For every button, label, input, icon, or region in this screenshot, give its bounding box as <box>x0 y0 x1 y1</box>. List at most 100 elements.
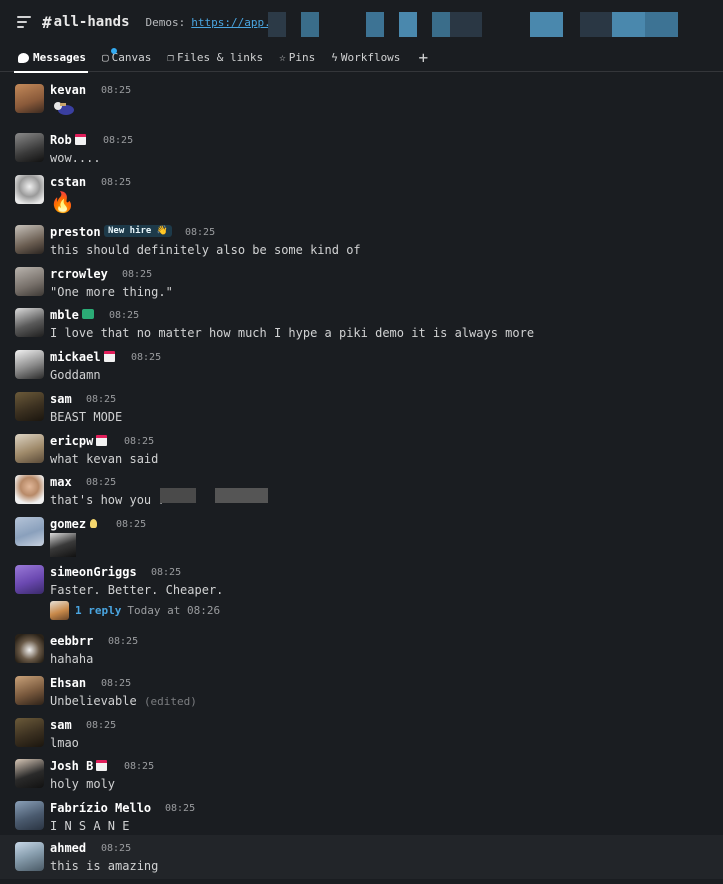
avatar[interactable] <box>15 676 44 705</box>
message[interactable]: sam 08:25 lmao <box>0 715 723 755</box>
timestamp[interactable]: 08:25 <box>101 85 131 96</box>
timestamp[interactable]: 08:25 <box>124 436 154 447</box>
message[interactable]: Fabrízio Mello 08:25 I N S A N E <box>0 798 723 838</box>
menu-icon[interactable] <box>17 16 31 28</box>
author-name[interactable]: max <box>50 475 72 489</box>
channel-name[interactable]: all-hands <box>54 14 130 30</box>
timestamp[interactable]: 08:25 <box>86 477 116 488</box>
message[interactable]: ahmed 08:25 this is amazing <box>0 835 723 879</box>
timestamp[interactable]: 08:25 <box>103 135 133 146</box>
message[interactable]: Rob 08:25 wow.... <box>0 130 723 170</box>
message-text: wow.... <box>50 151 101 165</box>
message[interactable]: Ehsan 08:25 Unbelievable (edited) <box>0 673 723 713</box>
author-name[interactable]: mble <box>50 308 94 322</box>
tab-workflows[interactable]: ϟ Workflows <box>331 44 400 72</box>
author-name[interactable]: ericpw <box>50 434 108 448</box>
author-name[interactable]: eebbrr <box>50 634 93 648</box>
avatar[interactable] <box>15 842 44 871</box>
calendar-status-icon <box>96 760 108 771</box>
author-name[interactable]: rcrowley <box>50 267 108 281</box>
message-text: this should definitely also be some kind… <box>50 243 361 257</box>
avatar[interactable] <box>15 84 44 113</box>
timestamp[interactable]: 08:25 <box>124 761 154 772</box>
author-name[interactable]: ahmed <box>50 841 86 855</box>
message[interactable]: kevan 08:25 <box>0 80 723 124</box>
message[interactable]: simeonGriggs 08:25 Faster. Better. Cheap… <box>0 562 723 624</box>
avatar[interactable] <box>15 175 44 204</box>
message[interactable]: ericpw 08:25 what kevan said <box>0 431 723 471</box>
calendar-status-icon <box>103 351 115 362</box>
message-bubble-icon <box>18 52 29 63</box>
avatar[interactable] <box>15 225 44 254</box>
timestamp[interactable]: 08:25 <box>108 636 138 647</box>
image-thumbnail[interactable] <box>50 533 76 557</box>
author-name[interactable]: mickael <box>50 350 115 364</box>
author-name[interactable]: cstan <box>50 175 86 189</box>
timestamp[interactable]: 08:25 <box>101 843 131 854</box>
timestamp[interactable]: 08:25 <box>86 394 116 405</box>
thread-avatar <box>50 601 69 620</box>
message[interactable]: sam 08:25 BEAST MODE <box>0 389 723 429</box>
topic-label: Demos: <box>145 15 186 29</box>
message[interactable]: Josh B 08:25 holy moly <box>0 756 723 796</box>
timestamp[interactable]: 08:25 <box>101 177 131 188</box>
timestamp[interactable]: 08:25 <box>101 678 131 689</box>
timestamp[interactable]: 08:25 <box>151 567 181 578</box>
message[interactable]: cstan 08:25 🔥 <box>0 172 723 216</box>
add-tab-button[interactable]: + <box>418 48 428 67</box>
timestamp[interactable]: 08:25 <box>109 310 139 321</box>
avatar[interactable] <box>15 718 44 747</box>
avatar[interactable] <box>15 392 44 421</box>
author-name[interactable]: preston <box>50 225 101 239</box>
author-name[interactable]: sam <box>50 718 72 732</box>
avatar[interactable] <box>15 759 44 788</box>
redaction-block <box>399 12 417 37</box>
message[interactable]: max 08:25 that's how you r <box>0 472 723 512</box>
avatar[interactable] <box>15 133 44 162</box>
author-name[interactable]: Rob <box>50 133 86 147</box>
timestamp[interactable]: 08:25 <box>122 269 152 280</box>
tab-label: Messages <box>33 51 86 64</box>
timestamp[interactable]: 08:25 <box>165 803 195 814</box>
edited-label: (edited) <box>143 695 197 708</box>
avatar[interactable] <box>15 267 44 296</box>
timestamp[interactable]: 08:25 <box>86 720 116 731</box>
avatar[interactable] <box>15 565 44 594</box>
timestamp[interactable]: 08:25 <box>185 227 215 238</box>
tab-messages[interactable]: Messages <box>14 44 88 73</box>
message[interactable]: gomez 08:25 <box>0 514 723 560</box>
timestamp[interactable]: 08:25 <box>116 519 146 530</box>
message[interactable]: mickael 08:25 Goddamn <box>0 347 723 387</box>
message[interactable]: mble 08:25 I love that no matter how muc… <box>0 305 723 345</box>
avatar[interactable] <box>15 350 44 379</box>
author-name[interactable]: sam <box>50 392 72 406</box>
message[interactable]: rcrowley 08:25 "One more thing." <box>0 264 723 304</box>
avatar[interactable] <box>15 308 44 337</box>
avatar[interactable] <box>15 475 44 504</box>
avatar[interactable] <box>15 434 44 463</box>
avatar[interactable] <box>15 634 44 663</box>
thread-replies[interactable]: 1 reply Today at 08:26 <box>50 601 220 620</box>
author-name[interactable]: Josh B <box>50 759 108 773</box>
author-name[interactable]: kevan <box>50 83 86 97</box>
tab-canvas[interactable]: ▢ Canvas <box>102 44 151 72</box>
message[interactable]: eebbrr 08:25 hahaha <box>0 631 723 671</box>
timestamp[interactable]: 08:25 <box>131 352 161 363</box>
tab-pins[interactable]: ☆ Pins <box>279 44 315 72</box>
thread-reply-count[interactable]: 1 reply <box>75 604 121 617</box>
redaction-block <box>530 12 563 37</box>
message-text: BEAST MODE <box>50 410 123 424</box>
author-name[interactable]: Ehsan <box>50 676 86 690</box>
author-name[interactable]: simeonGriggs <box>50 565 137 579</box>
message-text: Goddamn <box>50 368 101 382</box>
avatar[interactable] <box>15 801 44 830</box>
new-hire-badge: New hire 👋 <box>104 225 172 237</box>
message[interactable]: preston New hire 👋 08:25 this should def… <box>0 222 723 262</box>
avatar[interactable] <box>15 517 44 546</box>
topic-link[interactable]: https://app. <box>191 16 270 29</box>
author-name[interactable]: Fabrízio Mello <box>50 801 151 815</box>
tab-label: Canvas <box>111 51 152 64</box>
tab-label: Workflows <box>340 51 401 64</box>
author-name[interactable]: gomez <box>50 517 98 531</box>
tab-files[interactable]: ❐ Files & links <box>167 44 263 72</box>
